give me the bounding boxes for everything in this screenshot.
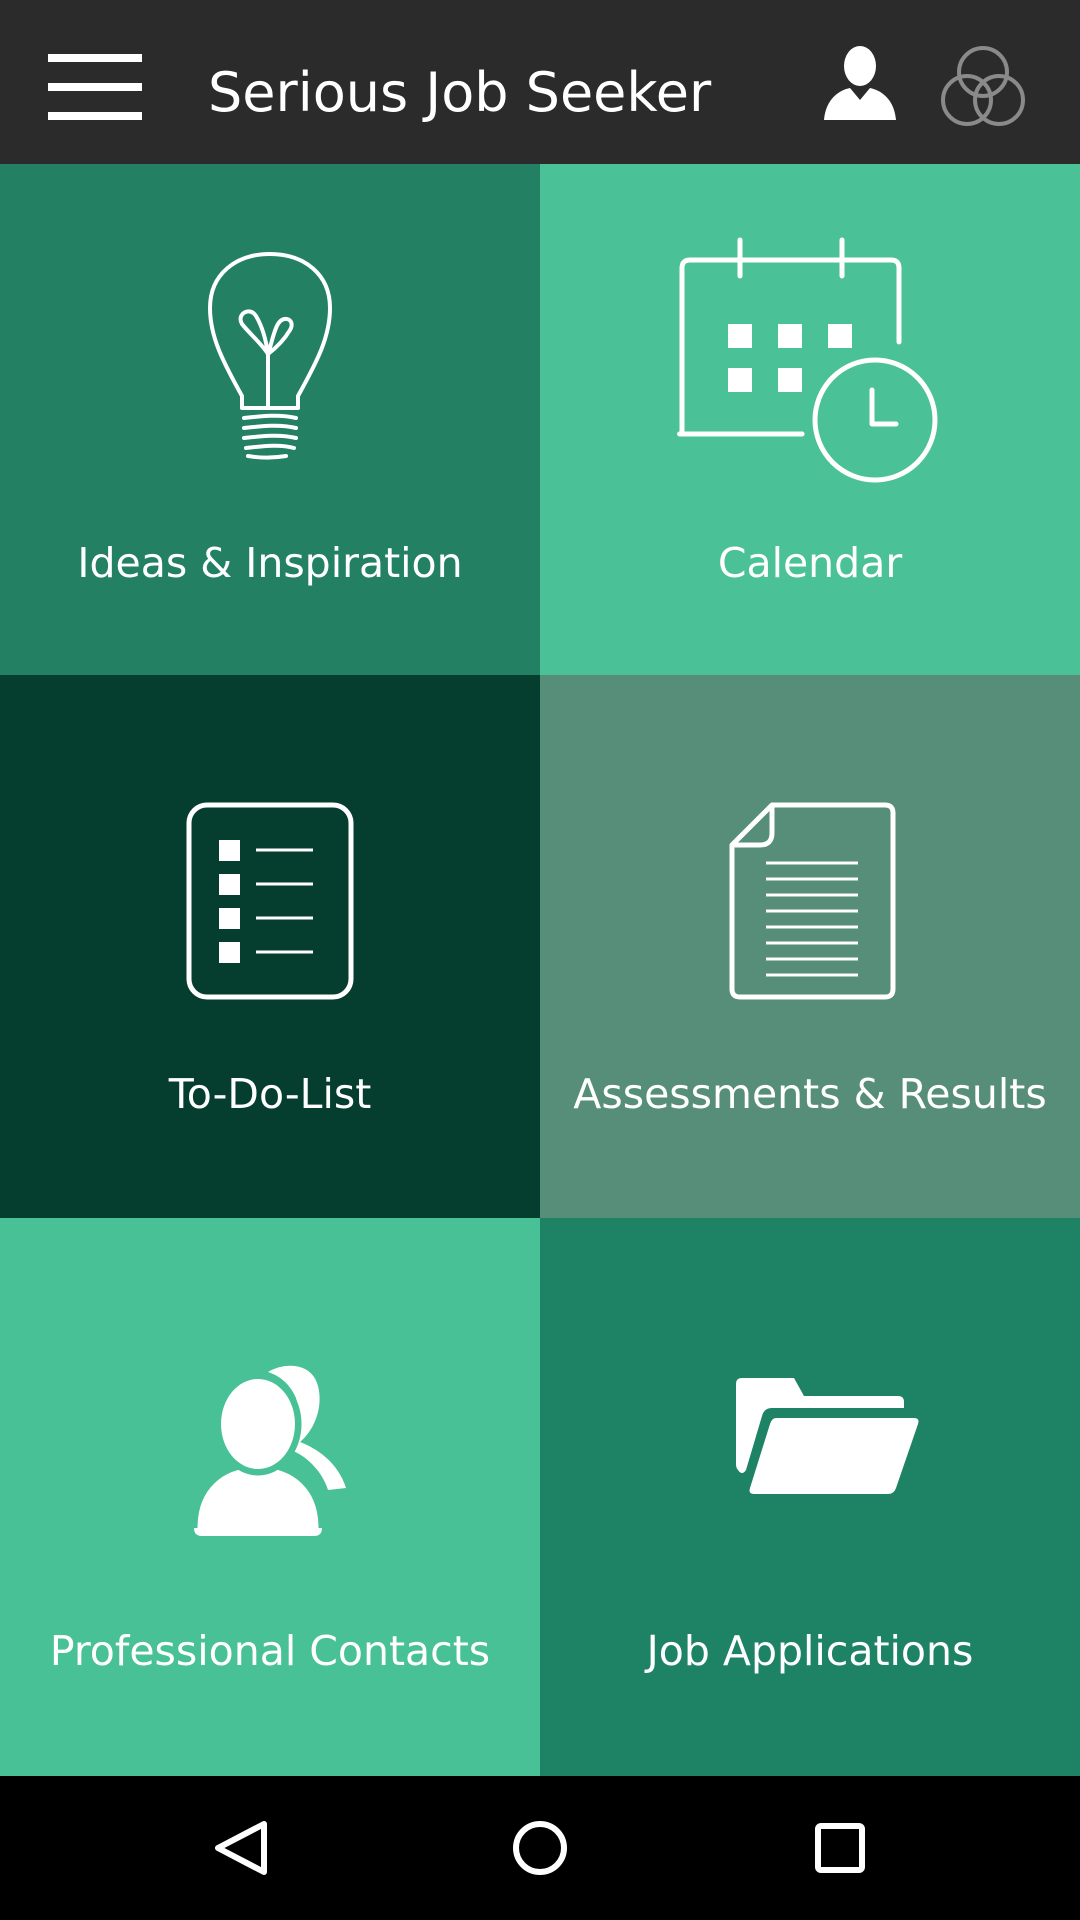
app-header: Serious Job Seeker	[0, 0, 1080, 164]
feature-grid: Ideas & Inspiration Calendar To-Do-List …	[0, 164, 1080, 1776]
tile-to-do-list[interactable]: To-Do-List	[0, 675, 540, 1218]
back-triangle-icon[interactable]	[190, 1798, 290, 1898]
tile-label: Job Applications	[646, 1627, 974, 1675]
document-icon	[729, 802, 896, 1000]
tile-ideas-inspiration[interactable]: Ideas & Inspiration	[0, 164, 540, 675]
folder-icon	[736, 1378, 919, 1494]
tile-label: Ideas & Inspiration	[77, 539, 463, 587]
system-navigation-bar	[0, 1776, 1080, 1920]
app-title: Serious Job Seeker	[208, 61, 712, 124]
tile-label: Assessments & Results	[573, 1070, 1047, 1118]
recents-square-icon[interactable]	[790, 1798, 890, 1898]
tile-label: Calendar	[717, 539, 903, 587]
tile-label: To-Do-List	[168, 1070, 372, 1118]
tile-label: Professional Contacts	[49, 1627, 491, 1675]
tile-job-applications[interactable]: Job Applications	[540, 1218, 1080, 1776]
tile-calendar[interactable]: Calendar	[540, 164, 1080, 675]
overlapping-circles-logo-icon	[938, 46, 1028, 128]
app-screen: Serious Job Seeker Ideas & Inspiration C…	[0, 0, 1080, 1920]
lightbulb-icon	[208, 252, 332, 460]
checklist-icon	[186, 802, 354, 1000]
calendar-clock-icon	[677, 237, 938, 483]
contacts-icon	[190, 1365, 346, 1536]
tile-assessments-results[interactable]: Assessments & Results	[540, 675, 1080, 1218]
tile-professional-contacts[interactable]: Professional Contacts	[0, 1218, 540, 1776]
user-profile-icon[interactable]	[820, 44, 900, 124]
home-circle-icon[interactable]	[490, 1798, 590, 1898]
hamburger-menu-icon[interactable]	[48, 54, 142, 120]
